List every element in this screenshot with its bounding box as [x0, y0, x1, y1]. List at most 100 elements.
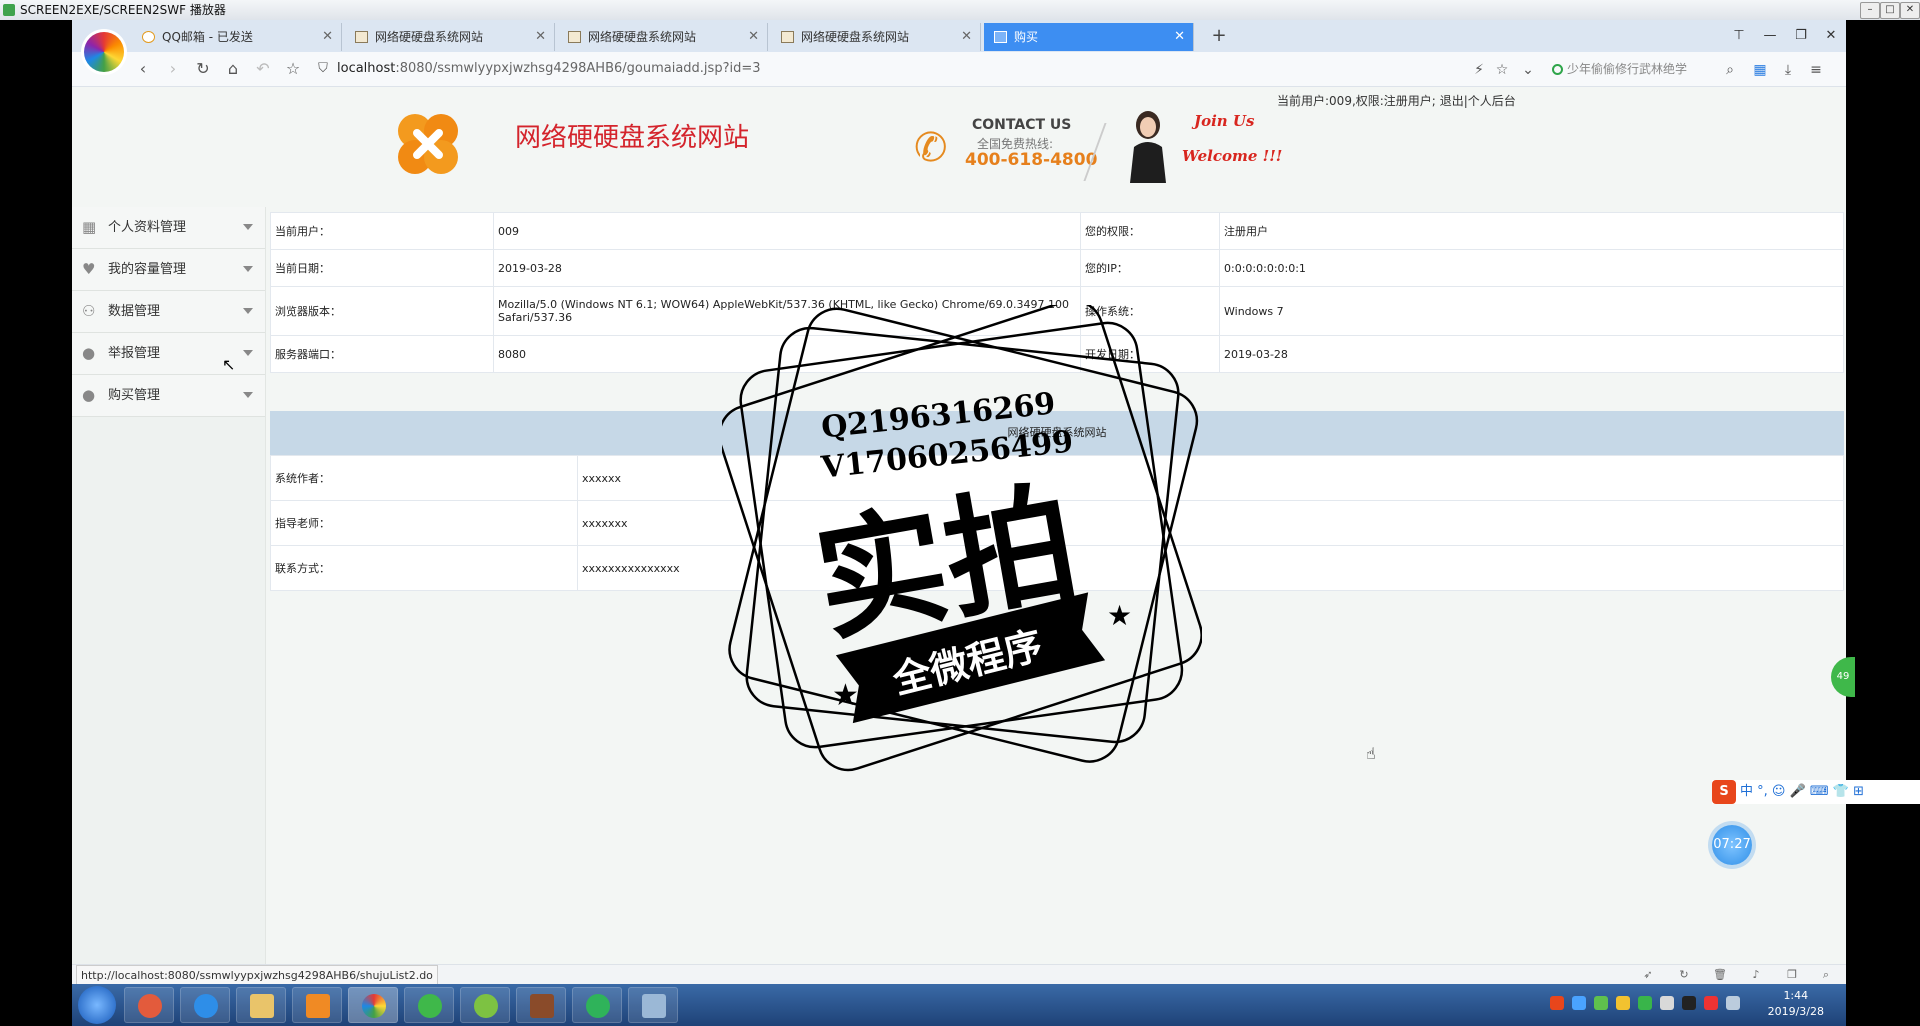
close-window-button[interactable]: ✕ — [1820, 26, 1842, 46]
taskbar-app-7[interactable] — [460, 987, 510, 1023]
folder-icon — [250, 994, 274, 1018]
contact-title: CONTACT US — [972, 117, 1072, 133]
sidebar-item-data[interactable]: ⚇ 数据管理 — [72, 291, 265, 333]
taskbar-app-9[interactable] — [572, 987, 622, 1023]
sidebar-item-label: 购买管理 — [108, 388, 161, 403]
tab-site-3[interactable]: 网络硬硬盘系统网站 ✕ — [771, 23, 981, 51]
close-icon[interactable]: ✕ — [961, 23, 972, 51]
sidebar-item-report[interactable]: ● 举报管理 — [72, 333, 265, 375]
tray-icon[interactable] — [1638, 996, 1652, 1010]
ime-toolbar[interactable]: S 中 °, ☺ 🎤 ⌨ 👕 ⊞ — [1712, 780, 1920, 804]
status-url: http://localhost:8080/ssmwlyypxjwzhsg429… — [76, 965, 438, 984]
sidebar-item-capacity[interactable]: ♥ 我的容量管理 — [72, 249, 265, 291]
info-value: 0:0:0:0:0:0:0:1 — [1219, 249, 1844, 287]
tab-site-2[interactable]: 网络硬硬盘系统网站 ✕ — [558, 23, 768, 51]
site-header: 当前用户:009,权限:注册用户; 退出|个人后台 网络硬硬盘系统网站 ✆ CO… — [72, 87, 1846, 207]
users-icon: ⚇ — [82, 302, 96, 320]
taskbar-clock[interactable]: 1:44 2019/3/28 — [1768, 988, 1824, 1020]
search-engine-icon — [1552, 64, 1563, 75]
undo-icon[interactable]: ↶ — [252, 58, 274, 80]
apps-icon[interactable]: ▦ — [1750, 60, 1770, 80]
browser-logo — [84, 32, 124, 72]
minimize-button[interactable]: — — [1759, 26, 1781, 46]
app-icon — [138, 994, 162, 1018]
reload-button[interactable]: ↻ — [192, 58, 214, 80]
speaker-icon[interactable]: ♪ — [1748, 967, 1764, 983]
player-minimize-button[interactable]: – — [1860, 2, 1880, 19]
table-row: 当前日期： 2019-03-28 您的IP： 0:0:0:0:0:0:0:1 — [270, 249, 1844, 287]
lightning-icon[interactable]: ⚡ — [1469, 60, 1489, 80]
bookmark-star-icon[interactable]: ☆ — [1492, 60, 1512, 80]
window-icon[interactable]: ❐ — [1784, 967, 1800, 983]
taskbar-app-1[interactable] — [124, 987, 174, 1023]
menu-icon[interactable]: ≡ — [1806, 60, 1826, 80]
tab-label: QQ邮箱 - 已发送 — [162, 30, 253, 44]
star-icon[interactable]: ☆ — [282, 58, 304, 80]
app-icon — [418, 994, 442, 1018]
new-tab-button[interactable]: + — [1207, 23, 1231, 51]
chevron-down-icon[interactable]: ⌄ — [1518, 60, 1538, 80]
tray-icon[interactable] — [1682, 996, 1696, 1010]
taskbar-ie[interactable] — [180, 987, 230, 1023]
app-icon — [642, 994, 666, 1018]
page-icon — [994, 31, 1007, 43]
close-icon[interactable]: ✕ — [535, 23, 546, 51]
sidebar-item-profile[interactable]: ▦ 个人资料管理 — [72, 207, 265, 249]
start-button[interactable] — [78, 986, 116, 1024]
chevron-down-icon — [243, 224, 253, 230]
logout-link[interactable]: 退出 — [1440, 94, 1464, 108]
info-label: 服务器端口： — [270, 335, 494, 373]
download-icon[interactable]: ⤓ — [1778, 60, 1798, 80]
taskbar-explorer[interactable] — [236, 987, 286, 1023]
tray-icon[interactable] — [1616, 996, 1630, 1010]
taskbar-browser[interactable] — [348, 987, 398, 1023]
sidebar-item-purchase[interactable]: ● 购买管理 — [72, 375, 265, 417]
mouse-cursor-icon: ↖ — [222, 355, 236, 374]
player-close-button[interactable]: ✕ — [1900, 2, 1920, 19]
phone-icon: ✆ — [914, 125, 948, 171]
taskbar-app-8[interactable] — [516, 987, 566, 1023]
watermark-stamp: Q2196316269 V17060256499 实拍 全微程序 ★ ★ — [722, 305, 1202, 772]
zoom-icon[interactable]: ⌕ — [1818, 967, 1834, 983]
tray-icon[interactable] — [1660, 996, 1674, 1010]
backend-link[interactable]: 个人后台 — [1468, 94, 1516, 108]
rocket-icon[interactable]: ➶ — [1640, 967, 1656, 983]
refresh-icon[interactable]: ↻ — [1676, 967, 1692, 983]
player-app-icon — [3, 4, 15, 16]
user-status-line: 当前用户:009,权限:注册用户; 退出|个人后台 — [1277, 94, 1516, 108]
search-icon[interactable]: ⌕ — [1720, 60, 1740, 80]
user-icon: ● — [82, 386, 96, 404]
url-field[interactable]: localhost:8080/ssmwlyypxjwzhsg4298AHB6/g… — [337, 59, 761, 79]
sidebar-item-label: 个人资料管理 — [108, 220, 187, 235]
tray-icon[interactable] — [1726, 996, 1740, 1010]
home-icon[interactable]: ⌂ — [222, 58, 244, 80]
timer-ball[interactable]: 07:27 — [1712, 825, 1752, 865]
close-icon[interactable]: ✕ — [1174, 23, 1185, 51]
tray-icon[interactable] — [1550, 996, 1564, 1010]
close-icon[interactable]: ✕ — [748, 23, 759, 51]
tray-icon[interactable] — [1594, 996, 1608, 1010]
shirt-icon[interactable]: ⊤ — [1728, 26, 1750, 46]
ie-icon — [194, 994, 218, 1018]
about-label: 联系方式： — [270, 545, 578, 591]
player-restore-button[interactable]: □ — [1880, 2, 1900, 19]
tray-icon[interactable] — [1704, 996, 1718, 1010]
taskbar-app-10[interactable] — [628, 987, 678, 1023]
close-icon[interactable]: ✕ — [322, 23, 333, 51]
tab-buy[interactable]: 购买 ✕ — [984, 23, 1194, 51]
back-button[interactable]: ‹ — [132, 58, 154, 80]
tray-icon[interactable] — [1572, 996, 1586, 1010]
qq-mail-icon — [142, 31, 155, 43]
forward-button[interactable]: › — [162, 58, 184, 80]
taskbar-app-6[interactable] — [404, 987, 454, 1023]
info-label: 当前用户： — [270, 212, 494, 250]
taskbar-player[interactable] — [292, 987, 342, 1023]
grid-icon: ▦ — [82, 218, 97, 236]
page-icon — [568, 31, 581, 43]
app-icon — [530, 994, 554, 1018]
sidebar: ▦ 个人资料管理 ♥ 我的容量管理 ⚇ 数据管理 ● 举报管理 ● 购买管理 — [72, 207, 266, 984]
trash-icon[interactable]: 🗑 — [1712, 967, 1728, 983]
restore-button[interactable]: ❐ — [1790, 26, 1812, 46]
tab-site-1[interactable]: 网络硬硬盘系统网站 ✕ — [345, 23, 555, 51]
tab-qqmail[interactable]: QQ邮箱 - 已发送 ✕ — [132, 23, 342, 51]
